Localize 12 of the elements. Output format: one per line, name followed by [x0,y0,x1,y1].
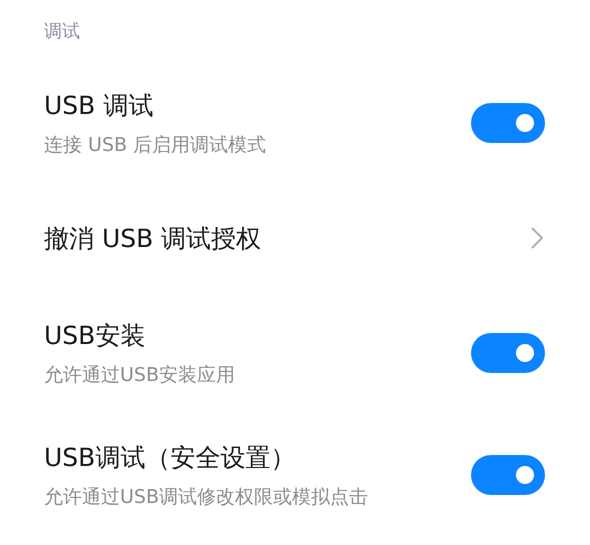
setting-title: 撤消 USB 调试授权 [44,222,262,254]
chevron-right-icon[interactable] [531,227,543,249]
toggle-switch[interactable] [471,333,545,373]
setting-description: 允许通过USB安装应用 [44,362,236,388]
setting-title: USB 调试 [44,90,154,122]
setting-description: 连接 USB 后启用调试模式 [44,132,268,158]
section-title: 调试 [44,20,80,43]
setting-title: USB调试（安全设置） [44,442,296,474]
setting-description: 允许通过USB调试修改权限或模拟点击 [44,484,370,510]
toggle-switch[interactable] [471,455,545,495]
setting-title: USB安装 [44,320,146,352]
toggle-switch[interactable] [471,103,545,143]
